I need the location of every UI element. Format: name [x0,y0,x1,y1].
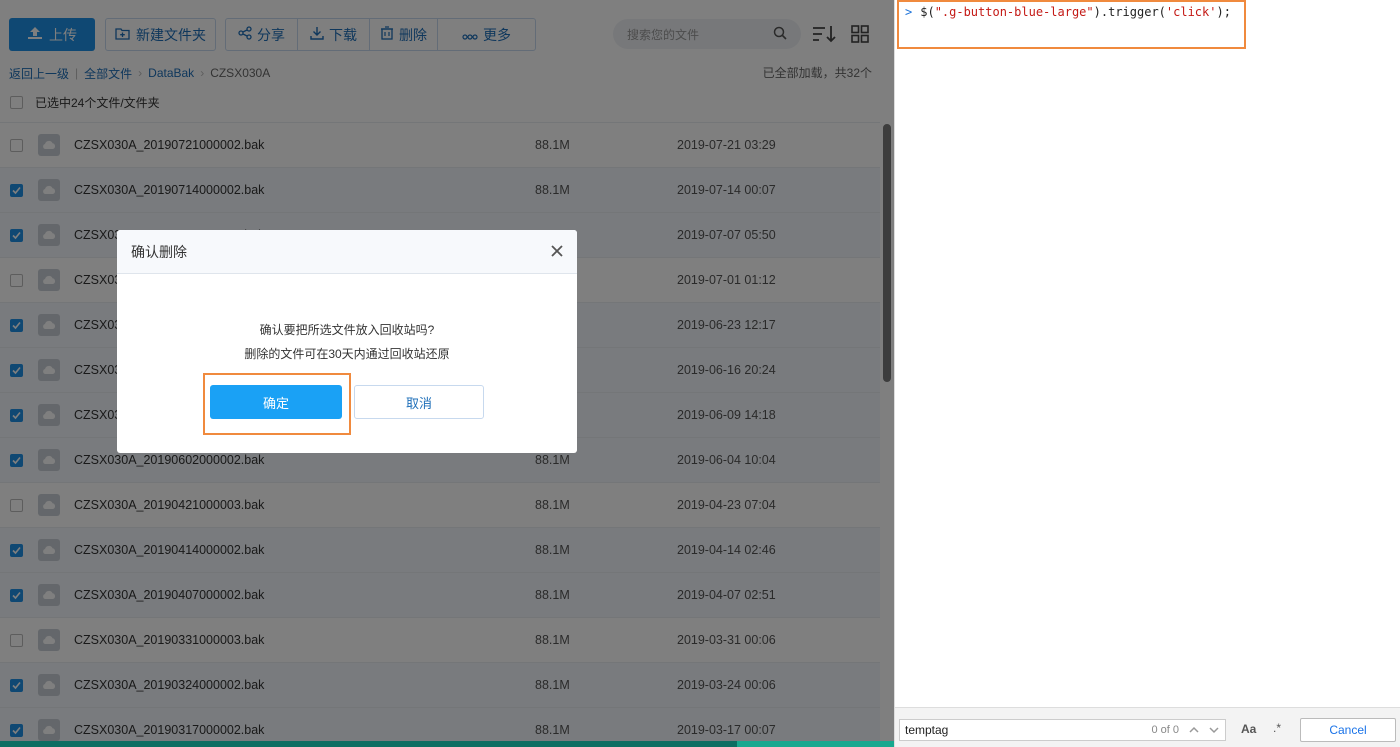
close-icon[interactable] [551,244,563,260]
code-prefix: $( [920,5,935,19]
dialog-title: 确认删除 [131,243,187,260]
find-count: 0 of 0 [1151,724,1179,736]
code-suffix: ); [1216,5,1231,19]
file-manager-app: 上传 新建文件夹 分享 下载 [0,0,894,747]
console-input-line[interactable]: > $(".g-button-blue-large").trigger('cli… [905,5,1231,19]
find-input[interactable]: temptag 0 of 0 [899,719,1226,741]
code-selector: ".g-button-blue-large" [934,5,1094,19]
find-query: temptag [905,723,949,737]
dialog-body: 确认要把所选文件放入回收站吗? 删除的文件可在30天内通过回收站还原 [117,274,577,366]
cancel-button[interactable]: 取消 [354,385,484,419]
code-arg: 'click' [1165,5,1217,19]
confirm-highlight-box [203,373,351,435]
regex-toggle[interactable]: .* [1273,721,1281,735]
find-cancel-button[interactable]: Cancel [1300,718,1396,742]
taskbar-strip [0,741,894,747]
devtools-console: > $(".g-button-blue-large").trigger('cli… [894,0,1400,747]
dialog-message: 确认要把所选文件放入回收站吗? [259,323,435,337]
match-case-toggle[interactable]: Aa [1241,722,1256,736]
console-code: $(".g-button-blue-large").trigger('click… [920,5,1231,19]
find-bar: temptag 0 of 0 Aa .* Cancel [895,707,1400,747]
taskbar-active-segment [737,741,894,747]
chevron-down-icon[interactable] [1209,723,1219,740]
console-prompt: > [905,5,913,19]
code-middle: ).trigger( [1093,5,1166,19]
chevron-up-icon[interactable] [1189,723,1199,740]
dialog-note: 删除的文件可在30天内通过回收站还原 [244,347,450,361]
dialog-header: 确认删除 [117,230,577,274]
